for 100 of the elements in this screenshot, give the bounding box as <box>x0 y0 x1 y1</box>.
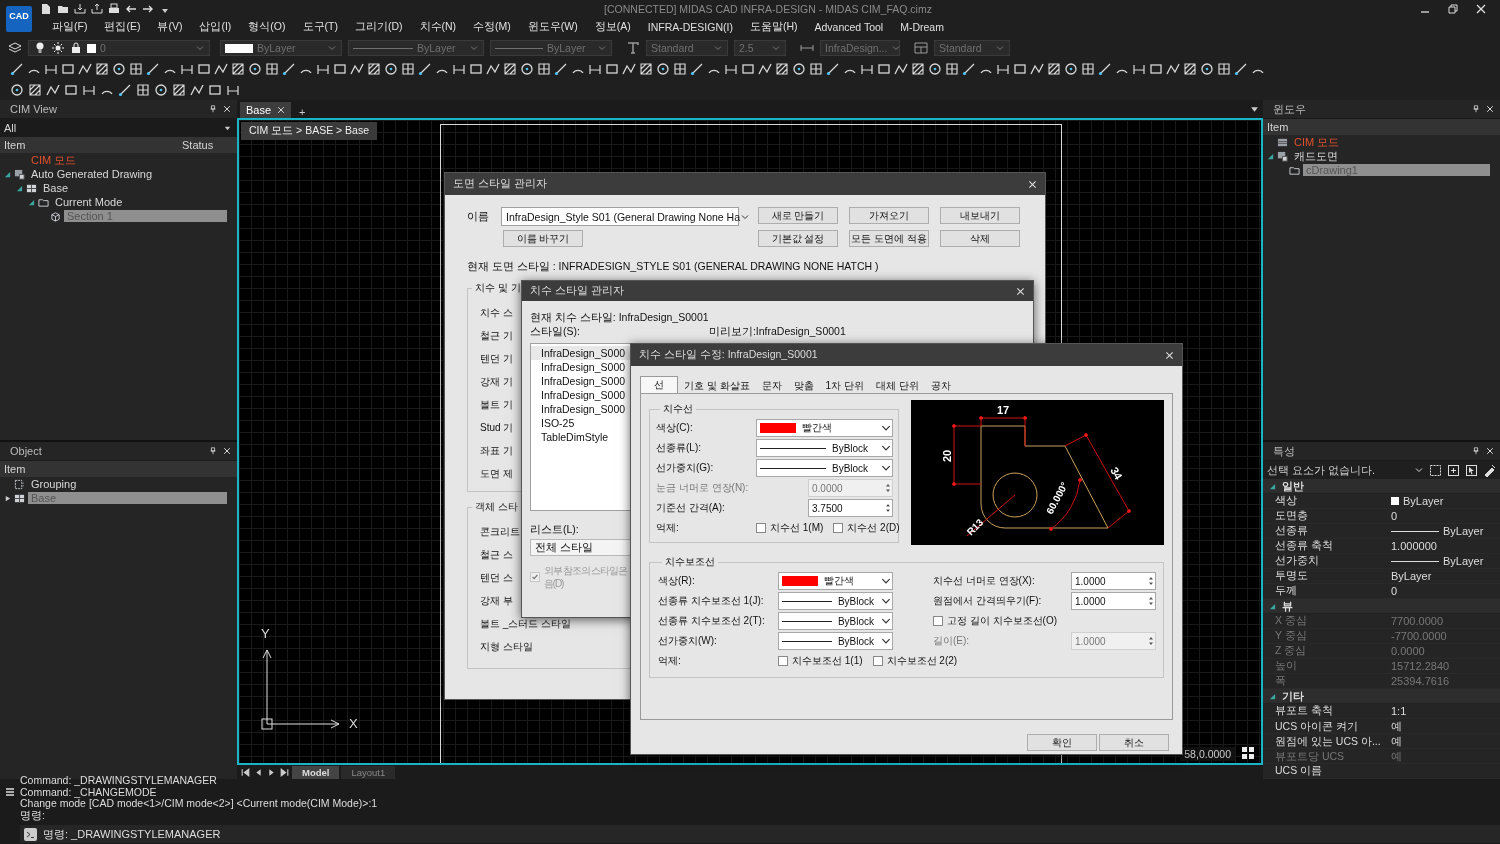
field-label: 리스트(L): <box>530 523 579 537</box>
panel-title: 윈도우 <box>1273 101 1306 117</box>
column-header: Status <box>181 139 215 151</box>
property-value: 1.000000 <box>1391 540 1437 552</box>
property-value: ByLayer <box>1403 495 1444 507</box>
property-value: ByLayer <box>1443 525 1484 537</box>
command-history-line: Change mode [CAD mode<1>/CIM mode<2>] <Current mode(CIM Mode)>:1 <box>20 798 379 810</box>
field-label: 선가중치(G): <box>656 461 715 475</box>
property-value: 예 <box>1391 719 1402 734</box>
property-label: 원점에 있는 UCS 아... <box>1274 734 1382 749</box>
checkbox-label: 치수보조선 1(1) <box>792 654 863 668</box>
field-label: 기준선 간격(A): <box>656 501 726 515</box>
property-label: 뷰포트당 UCS <box>1274 749 1346 764</box>
group-title: 객체 스타 <box>474 500 519 514</box>
column-header: Item <box>3 463 27 475</box>
current-style-text: 현재 도면 스타일 : INFRADESIGN_STYLE S01 (GENERAL DRAWING NONE HATCH ) <box>467 260 880 274</box>
property-label: 두께 <box>1274 584 1298 598</box>
dialog-title: 치수 스타일 수정: InfraDesign_S0001 <box>639 348 818 362</box>
panel-title: Object <box>10 445 42 457</box>
dialog-title: 치수 스타일 관리자 <box>530 284 624 298</box>
column-header: Item <box>1266 121 1290 133</box>
property-value: ByLayer <box>1391 570 1432 582</box>
axis-label: Y <box>261 628 270 641</box>
checkbox-label: 음(D) <box>544 577 565 590</box>
property-value: 예 <box>1391 749 1402 764</box>
command-history-line: Command: _DRAWINGSTYLEMANAGER <box>20 775 218 787</box>
style-label: 철근 스 <box>480 547 513 562</box>
breadcrumb: CIM 모드 > BASE > Base <box>241 122 378 140</box>
command-history-line: Command: _CHANGEMODE <box>20 786 157 798</box>
field-label: 선종류 치수보조선 2(T): <box>658 614 766 628</box>
group-title: 치수선 <box>662 402 694 416</box>
coordinate-readout: 58,0.0000 <box>1180 747 1235 761</box>
field-label: 치수선 너머로 연장(X): <box>933 574 1036 588</box>
checkbox-label: 치수보조선 2(2) <box>886 654 958 668</box>
current-style-text: 현재 치수 스타일: InfraDesign_S0001 <box>530 311 709 325</box>
property-value: 0 <box>1391 585 1398 597</box>
field-label: 억제: <box>658 654 682 668</box>
property-label: X 중심 <box>1274 614 1308 628</box>
style-label: 볼트 기 <box>480 397 513 412</box>
property-label: 투명도 <box>1274 569 1309 583</box>
layer-name: 0 <box>100 42 106 54</box>
style-label: 강재 부 <box>480 593 513 608</box>
field-label: 선가중치(W): <box>658 634 718 648</box>
axis-label: X <box>349 716 358 731</box>
command-history-line: 명령: <box>20 809 45 821</box>
field-label: 길이(E): <box>933 634 971 648</box>
field-label: 색상(R): <box>658 574 696 588</box>
style-label: 강재 기 <box>480 374 513 389</box>
field-label: 색상(C): <box>656 421 694 435</box>
checkbox-label: 외부 참조의 스타일은 <box>544 564 627 577</box>
property-value: ByLayer <box>1443 555 1484 567</box>
style-label: 텐던 기 <box>480 351 513 366</box>
dimension-label: 34 <box>1108 465 1125 482</box>
style-label: 지형 스타일 <box>480 639 533 654</box>
property-label: UCS 이름 <box>1274 764 1324 778</box>
property-value: 0.0000 <box>1391 645 1425 657</box>
property-value: 예 <box>1391 734 1402 749</box>
property-label: 선가중치 <box>1274 554 1320 568</box>
field-label: 원점에서 간격띄우기(F): <box>933 594 1043 608</box>
checkbox-label: 치수선 2(D) <box>847 521 900 535</box>
style-label: 텐던 스 <box>480 570 513 585</box>
property-value: 25394.7616 <box>1391 675 1450 687</box>
field-label: 스타일(S): <box>530 325 580 339</box>
group-header: 뷰 <box>1282 598 1293 614</box>
property-label: 선종류 축척 <box>1274 539 1334 553</box>
field-label: 선종류(L): <box>656 441 702 455</box>
field-label: 억제: <box>656 521 680 535</box>
dimension-label: R13 <box>964 516 986 538</box>
preview-label: 미리보기:InfraDesign_S0001 <box>708 325 846 339</box>
column-header: Item <box>3 139 27 151</box>
group-title: 치수 및 기 <box>474 281 522 295</box>
field-label: 이름 <box>467 209 490 224</box>
dimension-label: 17 <box>997 404 1010 416</box>
style-label: 치수 스 <box>480 305 513 320</box>
group-header: 기타 <box>1282 688 1304 704</box>
property-label: 선종류 <box>1274 524 1309 538</box>
checkbox-label: 고정 길이 치수보조선(O) <box>947 614 1057 628</box>
property-label: 도면층 <box>1274 509 1309 523</box>
property-value: 7700.0000 <box>1391 615 1443 627</box>
field-label: 선종류 치수보조선 1(J): <box>658 594 765 608</box>
dialog-title: 도면 스타일 관리자 <box>453 177 547 191</box>
style-label: Stud 기 <box>480 420 514 435</box>
panel-title: CIM View <box>10 103 57 115</box>
dimension-label: 20 <box>941 449 953 462</box>
window-title: [CONNECTED] MIDAS CAD INFRA-DESIGN - MIDAS CIM_FAQ.cimz <box>604 3 932 15</box>
style-label: 좌표 기 <box>480 443 513 458</box>
panel-title: 특성 <box>1273 443 1295 459</box>
field-label: 눈금 너머로 연장(N): <box>656 481 750 495</box>
property-label: 폭 <box>1274 674 1287 688</box>
property-value: 15712.2840 <box>1391 660 1450 672</box>
property-value: 1:1 <box>1391 705 1407 717</box>
property-label: 뷰포트 축척 <box>1274 704 1334 718</box>
style-label: 철근 기 <box>480 328 513 343</box>
property-value: -7700.0000 <box>1391 630 1447 642</box>
property-label: 색상 <box>1274 494 1298 508</box>
style-label: 도면 제 <box>480 466 513 481</box>
property-label: 높이 <box>1274 659 1298 673</box>
property-label: UCS 아이콘 켜기 <box>1274 719 1359 734</box>
property-label: Z 중심 <box>1274 644 1308 658</box>
property-value: 0 <box>1391 510 1398 522</box>
